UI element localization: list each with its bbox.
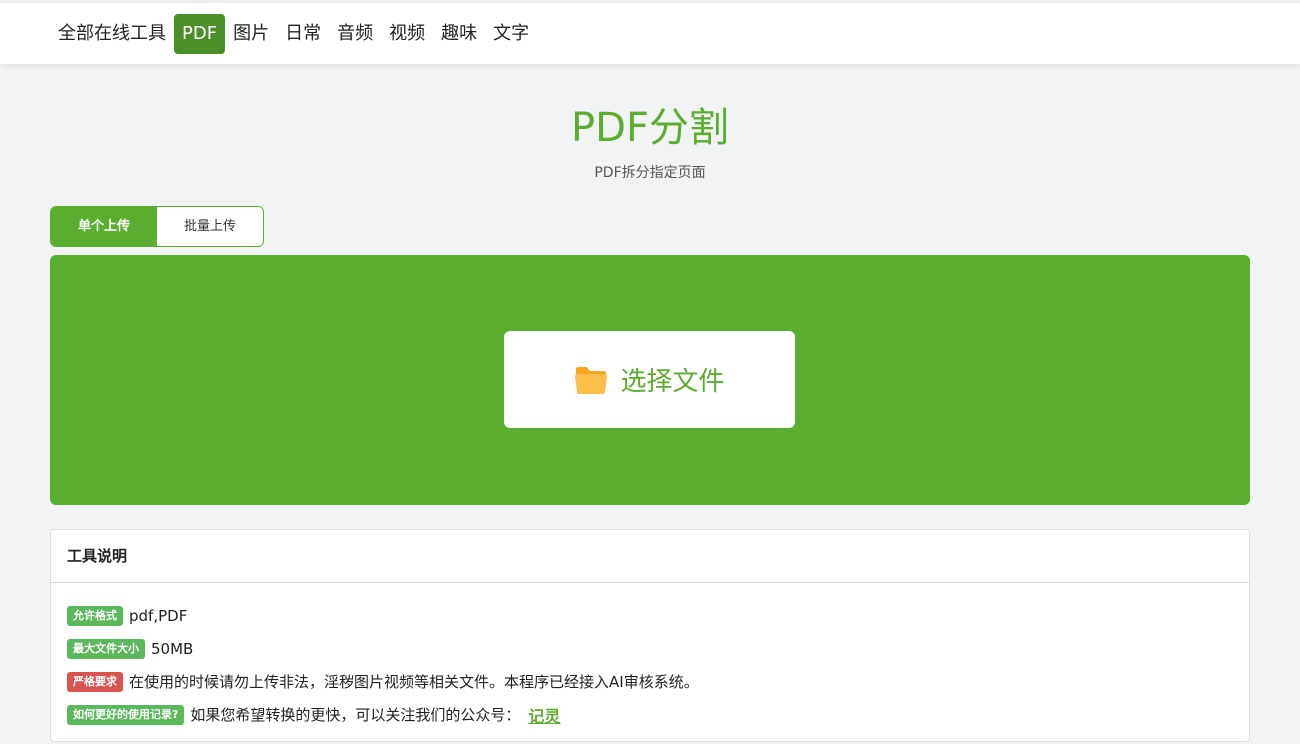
formats-text: pdf,PDF (129, 606, 188, 625)
tool-info-body: 允许格式 pdf,PDF 最大文件大小 50MB 严格要求 在使用的时候请勿上传… (51, 583, 1249, 731)
wechat-account-link[interactable]: 记灵 (528, 703, 560, 727)
top-navbar: 全部在线工具 PDF 图片 日常 音频 视频 趣味 文字 (0, 0, 1300, 64)
info-row-max-size: 最大文件大小 50MB (67, 632, 1233, 665)
page-title: PDF分割 (571, 105, 729, 151)
main-nav: 全部在线工具 PDF 图片 日常 音频 视频 趣味 文字 (50, 14, 537, 54)
requirements-text: 在使用的时候请勿上传非法，淫秽图片视频等相关文件。本程序已经接入AI审核系统。 (129, 673, 699, 691)
select-file-button[interactable]: 选择文件 (504, 331, 795, 428)
tool-info-panel: 工具说明 允许格式 pdf,PDF 最大文件大小 50MB 严格要求 在使用的时… (50, 529, 1250, 742)
nav-item-pdf[interactable]: PDF (174, 14, 226, 54)
formats-badge: 允许格式 (67, 605, 123, 626)
tool-info-title: 工具说明 (51, 530, 1249, 583)
page-subtitle: PDF拆分指定页面 (594, 165, 706, 181)
info-row-formats: 允许格式 pdf,PDF (67, 599, 1233, 632)
info-row-requirements: 严格要求 在使用的时候请勿上传非法，淫秽图片视频等相关文件。本程序已经接入AI审… (67, 665, 1233, 698)
nav-item-daily[interactable]: 日常 (277, 14, 329, 54)
tab-batch-upload[interactable]: 批量上传 (157, 207, 263, 246)
nav-item-all-tools[interactable]: 全部在线工具 (50, 14, 174, 54)
tips-text: 如果您希望转换的更快，可以关注我们的公众号： (190, 706, 521, 724)
requirements-badge: 严格要求 (67, 671, 123, 692)
nav-item-audio[interactable]: 音频 (329, 14, 381, 54)
select-file-label: 选择文件 (620, 367, 725, 397)
folder-icon (575, 366, 608, 394)
nav-item-fun[interactable]: 趣味 (433, 14, 485, 54)
tab-single-upload[interactable]: 单个上传 (51, 207, 157, 246)
max-size-text: 50MB (151, 639, 194, 658)
nav-item-text[interactable]: 文字 (485, 14, 537, 54)
nav-item-image[interactable]: 图片 (225, 14, 277, 54)
max-size-badge: 最大文件大小 (67, 638, 145, 659)
upload-dropzone[interactable]: 选择文件 (50, 255, 1250, 505)
upload-mode-tabs: 单个上传 批量上传 (50, 206, 264, 247)
nav-item-video[interactable]: 视频 (381, 14, 433, 54)
tips-badge: 如何更好的使用记录? (67, 704, 185, 725)
info-row-tips: 如何更好的使用记录? 如果您希望转换的更快，可以关注我们的公众号： 记灵 (67, 698, 1233, 731)
